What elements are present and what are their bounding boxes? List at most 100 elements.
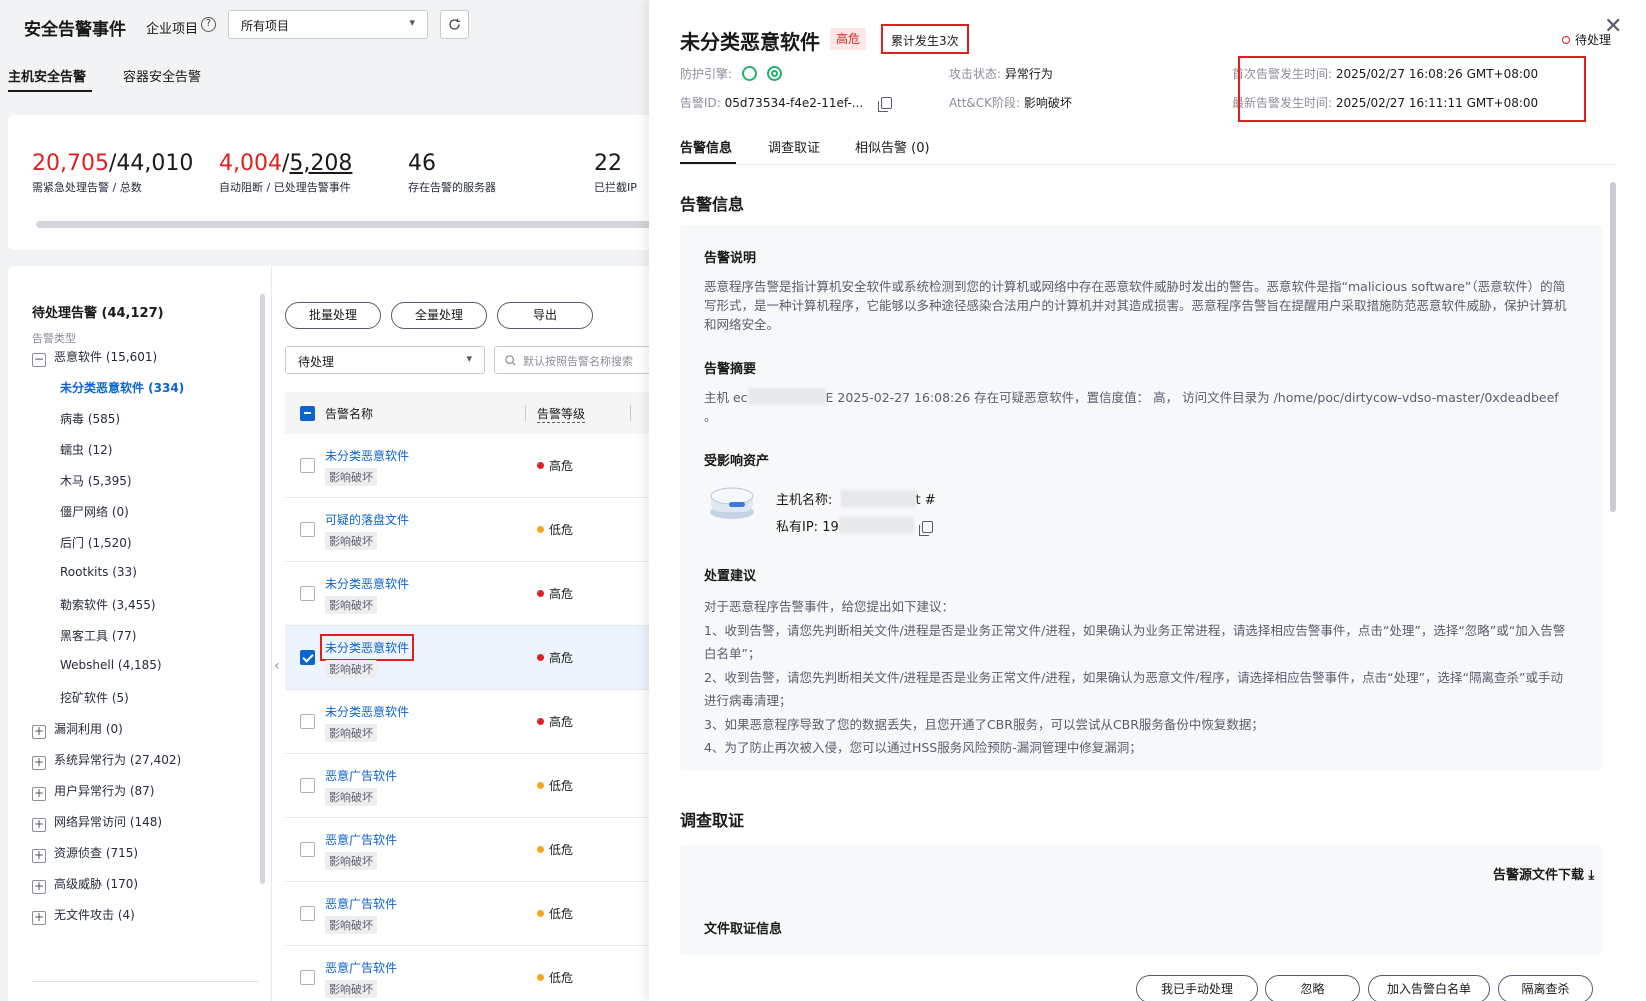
column-alarm-name: 告警名称 [325, 407, 374, 421]
row-checkbox[interactable] [300, 714, 315, 729]
help-icon[interactable]: ? [201, 17, 216, 32]
collapse-icon: − [32, 352, 46, 367]
alarm-name-link[interactable]: 未分类恶意软件 [325, 447, 409, 464]
table-row[interactable]: 恶意广告软件 影响破坏 低危 [285, 882, 665, 946]
alarm-level: 低危 [537, 777, 573, 794]
stat-ip-value: 22 [594, 151, 622, 176]
tree-group-advanced-threat[interactable]: + 高级威胁 (170) [32, 875, 138, 894]
tab-host-alarms[interactable]: 主机安全告警 [8, 66, 86, 85]
alarm-level-text: 高危 [549, 651, 574, 665]
table-row[interactable]: 恶意广告软件 影响破坏 低危 [285, 754, 665, 818]
level-dot-icon [537, 590, 544, 597]
refresh-button[interactable] [440, 10, 469, 39]
process-all-button[interactable]: 全量处理 [391, 302, 487, 329]
tree-group-network-abnormal[interactable]: + 网络异常访问 (148) [32, 813, 162, 832]
close-icon[interactable]: ✕ [1604, 14, 1622, 39]
tree-group-malware[interactable]: − 恶意软件 (15,601) [32, 348, 157, 367]
tree-scrollbar[interactable] [260, 294, 265, 884]
isolate-kill-button[interactable]: 隔离查杀 [1498, 975, 1593, 1001]
tree-group-fileless[interactable]: + 无文件攻击 (4) [32, 906, 135, 925]
row-checkbox[interactable] [300, 906, 315, 921]
stat-handled-link[interactable]: 5,208 [289, 151, 352, 176]
tab-similar-alarms[interactable]: 相似告警 (0) [855, 137, 930, 156]
tree-item-botnet[interactable]: 僵尸网络 (0) [60, 503, 129, 520]
summary-prefix: 主机 ec [704, 390, 748, 405]
page-header: 安全告警事件 企业项目 ? 所有项目 ▾ 主机安全告警 容器安全告警 [0, 0, 650, 118]
tree-group-label: 网络异常访问 (148) [54, 815, 163, 829]
summary-body: E 2025-02-27 16:08:26 存在可疑恶意软件，置信度值： 高， … [704, 390, 1559, 424]
alarm-level: 低危 [537, 521, 573, 538]
row-checkbox[interactable] [300, 842, 315, 857]
tree-item-hacker-tools[interactable]: 黑客工具 (77) [60, 627, 136, 644]
table-row[interactable]: 未分类恶意软件 影响破坏 高危 [285, 562, 665, 626]
copy-icon[interactable] [918, 521, 933, 536]
tree-group-label: 无文件攻击 (4) [54, 908, 135, 922]
tree-item-miner[interactable]: 挖矿软件 (5) [60, 689, 129, 706]
alarm-name-link[interactable]: 恶意广告软件 [325, 767, 397, 784]
tree-item-ransomware[interactable]: 勒索软件 (3,455) [60, 596, 156, 613]
row-checkbox[interactable] [300, 778, 315, 793]
status-filter-select[interactable]: 待处理 ▾ [285, 346, 485, 374]
private-ip-label: 私有IP: [776, 520, 819, 535]
collapse-panel-icon[interactable]: ‹ [274, 658, 280, 674]
tree-item-unclassified-malware[interactable]: 未分类恶意软件 (334) [60, 379, 184, 396]
tree-item-backdoor[interactable]: 后门 (1,520) [60, 534, 132, 551]
row-checkbox[interactable] [300, 458, 315, 473]
tree-group-recon[interactable]: + 资源侦查 (715) [32, 844, 138, 863]
page-title: 安全告警事件 [24, 20, 126, 40]
alarm-name-link[interactable]: 未分类恶意软件 [325, 575, 409, 592]
tree-group-system-abnormal[interactable]: + 系统异常行为 (27,402) [32, 751, 181, 770]
tree-item-trojan[interactable]: 木马 (5,395) [60, 472, 132, 489]
alarm-name-link[interactable]: 恶意广告软件 [325, 895, 397, 912]
row-checkbox[interactable] [300, 650, 315, 665]
alarm-id-value: 05d73534-f4e2-11ef-... [724, 96, 864, 110]
row-checkbox[interactable] [300, 586, 315, 601]
alarm-name-link[interactable]: 未分类恶意软件 [325, 703, 409, 720]
table-row[interactable]: 未分类恶意软件 影响破坏 高危 [285, 434, 665, 498]
manually-handled-button[interactable]: 我已手动处理 [1136, 975, 1258, 1001]
tree-item-virus[interactable]: 病毒 (585) [60, 410, 120, 427]
row-checkbox[interactable] [300, 522, 315, 537]
row-checkbox[interactable] [300, 970, 315, 985]
drawer-scrollbar[interactable] [1610, 182, 1616, 512]
export-button[interactable]: 导出 [497, 302, 593, 329]
alarm-name-link[interactable]: 可疑的落盘文件 [325, 511, 409, 528]
select-all-checkbox[interactable] [300, 406, 315, 421]
tree-item-webshell[interactable]: Webshell (4,185) [60, 658, 162, 672]
alarm-name-link[interactable]: 恶意广告软件 [325, 959, 397, 976]
alarm-name-link[interactable]: 未分类恶意软件 [319, 634, 415, 661]
level-dot-icon [537, 654, 544, 661]
tree-item-rootkits[interactable]: Rootkits (33) [60, 565, 137, 579]
column-alarm-level[interactable]: 告警等级 [537, 405, 586, 423]
search-input[interactable]: 默认按照告警名称搜索 [494, 346, 664, 374]
tree-group-vuln-exploit[interactable]: + 漏洞利用 (0) [32, 720, 123, 739]
table-row[interactable]: 恶意广告软件 影响破坏 低危 [285, 946, 665, 1001]
tree-item-worm[interactable]: 蠕虫 (12) [60, 441, 112, 458]
table-row[interactable]: 未分类恶意软件 影响破坏 高危 [285, 626, 665, 690]
table-row[interactable]: 可疑的落盘文件 影响破坏 低危 [285, 498, 665, 562]
batch-process-button[interactable]: 批量处理 [285, 302, 381, 329]
tab-alarm-info[interactable]: 告警信息 [680, 137, 732, 156]
alarm-title: 未分类恶意软件 [680, 30, 820, 54]
horizontal-scrollbar[interactable] [36, 221, 656, 228]
attck-stage-field: Att&CK阶段: 影响破坏 [949, 94, 1072, 111]
description-title: 告警说明 [704, 251, 757, 266]
copy-icon[interactable] [878, 97, 893, 112]
download-source-file-link[interactable]: 告警源文件下载 ⤓ [1493, 864, 1594, 883]
table-row[interactable]: 恶意广告软件 影响破坏 低危 [285, 818, 665, 882]
table-row[interactable]: 未分类恶意软件 影响破坏 高危 [285, 690, 665, 754]
tab-investigation[interactable]: 调查取证 [768, 137, 820, 156]
alarm-level-text: 低危 [549, 523, 574, 537]
ignore-button[interactable]: 忽略 [1265, 975, 1360, 1001]
engine-field: 防护引擎: [680, 65, 782, 82]
add-whitelist-button[interactable]: 加入告警白名单 [1368, 975, 1490, 1001]
tab-container-alarms[interactable]: 容器安全告警 [123, 66, 201, 85]
tree-group-user-abnormal[interactable]: + 用户异常行为 (87) [32, 782, 154, 801]
tree-group-label: 高级威胁 (170) [54, 877, 139, 891]
private-ip-field: 私有IP: 19 [776, 516, 933, 536]
level-dot-icon [537, 846, 544, 853]
expand-icon: + [32, 817, 46, 832]
stat-servers-label: 存在告警的服务器 [408, 181, 496, 194]
alarm-name-link[interactable]: 恶意广告软件 [325, 831, 397, 848]
project-select[interactable]: 所有项目 ▾ [228, 10, 428, 39]
